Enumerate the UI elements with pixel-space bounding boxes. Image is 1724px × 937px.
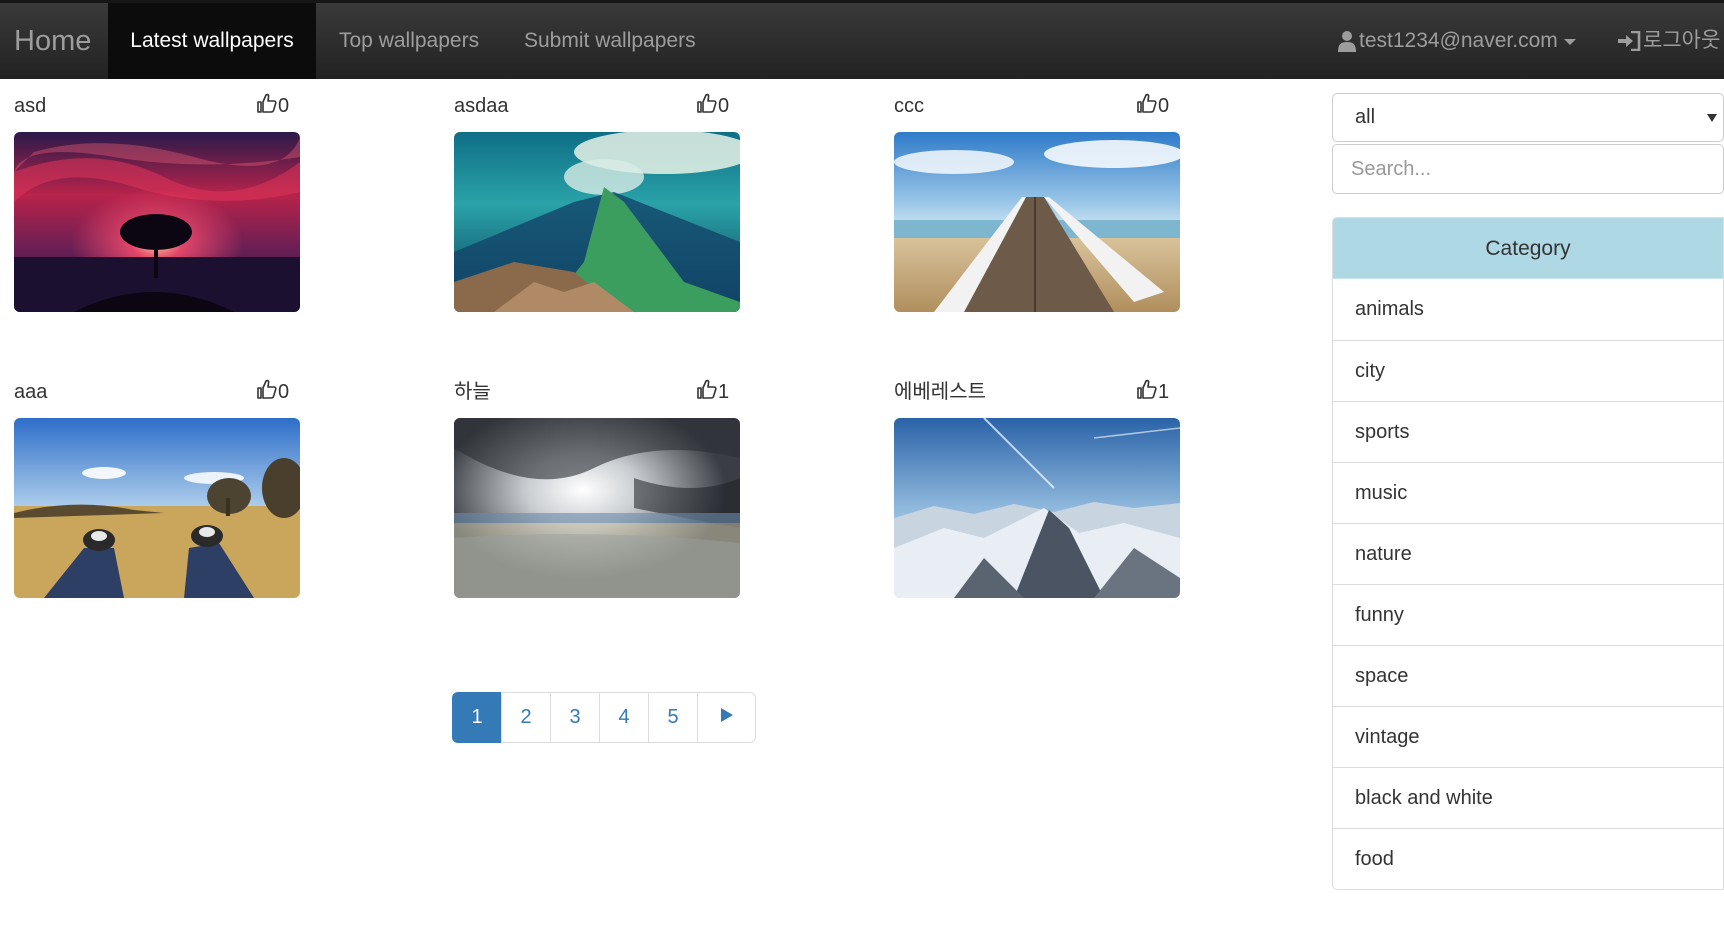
wallpaper-thumbnail[interactable]: [454, 418, 740, 598]
like-button[interactable]: 1: [1137, 379, 1169, 405]
category-item-food[interactable]: food: [1333, 828, 1723, 889]
chevron-down-icon: [1707, 114, 1717, 122]
category-item-sports[interactable]: sports: [1333, 401, 1723, 462]
wallpaper-title[interactable]: asd: [14, 93, 46, 119]
nav-latest-wallpapers[interactable]: Latest wallpapers: [108, 3, 316, 79]
page-3-button[interactable]: 3: [550, 692, 600, 743]
category-item-city[interactable]: city: [1333, 340, 1723, 401]
pagination: 1 2 3 4 5: [452, 692, 756, 743]
wallpaper-card: ccc 0: [894, 93, 1194, 333]
nav-home-link[interactable]: Home: [14, 3, 91, 79]
like-count: 1: [718, 380, 730, 403]
like-button[interactable]: 0: [257, 93, 289, 119]
like-count: 1: [1158, 380, 1170, 403]
wallpaper-title[interactable]: 에베레스트: [894, 379, 986, 405]
user-icon: [1337, 30, 1357, 52]
nav-top-wallpapers[interactable]: Top wallpapers: [339, 3, 479, 79]
category-item-funny[interactable]: funny: [1333, 584, 1723, 645]
logout-label: 로그아웃: [1643, 29, 1721, 52]
play-icon: [720, 693, 734, 742]
logout-link[interactable]: 로그아웃: [1617, 3, 1720, 79]
category-item-animals[interactable]: animals: [1333, 279, 1723, 340]
user-email: test1234@naver.com: [1359, 29, 1558, 52]
next-page-button[interactable]: [697, 692, 756, 743]
category-list: animals city sports music nature funny s…: [1333, 279, 1723, 889]
chevron-down-icon: [1563, 39, 1576, 45]
like-count: 0: [278, 380, 290, 403]
like-count: 0: [278, 94, 290, 117]
nav-submit-wallpapers[interactable]: Submit wallpapers: [524, 3, 696, 79]
category-item-nature[interactable]: nature: [1333, 523, 1723, 584]
page-1-button[interactable]: 1: [452, 692, 502, 743]
wallpaper-card: aaa 0: [14, 379, 314, 619]
wallpaper-thumbnail[interactable]: [454, 132, 740, 312]
wallpaper-card: asdaa 0: [454, 93, 754, 333]
thumbs-up-icon: [697, 93, 717, 119]
category-filter-select[interactable]: all: [1332, 93, 1724, 142]
page-4-button[interactable]: 4: [599, 692, 649, 743]
category-header: Category: [1333, 218, 1723, 279]
category-panel: Category animals city sports music natur…: [1332, 217, 1724, 890]
wallpaper-card: asd 0: [14, 93, 314, 333]
wallpaper-card: 에베레스트 1: [894, 379, 1194, 619]
category-item-music[interactable]: music: [1333, 462, 1723, 523]
category-item-black-and-white[interactable]: black and white: [1333, 767, 1723, 828]
thumbs-up-icon: [257, 93, 277, 119]
page-2-button[interactable]: 2: [501, 692, 551, 743]
like-button[interactable]: 0: [257, 379, 289, 405]
wallpaper-thumbnail[interactable]: [14, 132, 300, 312]
wallpaper-title[interactable]: 하늘: [454, 379, 491, 405]
user-menu-dropdown[interactable]: test1234@naver.com: [1337, 3, 1576, 79]
select-value: all: [1355, 106, 1376, 128]
top-navbar: Home Latest wallpapers Top wallpapers Su…: [0, 0, 1724, 79]
like-button[interactable]: 0: [697, 93, 729, 119]
category-item-vintage[interactable]: vintage: [1333, 706, 1723, 767]
like-count: 0: [718, 94, 730, 117]
wallpaper-thumbnail[interactable]: [894, 418, 1180, 598]
wallpaper-card: 하늘 1: [454, 379, 754, 619]
search-input[interactable]: [1332, 144, 1724, 194]
wallpaper-title[interactable]: ccc: [894, 93, 924, 119]
thumbs-up-icon: [1137, 93, 1157, 119]
like-count: 0: [1158, 94, 1170, 117]
wallpaper-thumbnail[interactable]: [894, 132, 1180, 312]
sign-in-icon: [1617, 31, 1641, 51]
wallpaper-title[interactable]: aaa: [14, 379, 47, 405]
category-item-space[interactable]: space: [1333, 645, 1723, 706]
thumbs-up-icon: [697, 379, 717, 405]
page-5-button[interactable]: 5: [648, 692, 698, 743]
like-button[interactable]: 1: [697, 379, 729, 405]
like-button[interactable]: 0: [1137, 93, 1169, 119]
wallpaper-title[interactable]: asdaa: [454, 93, 509, 119]
thumbs-up-icon: [257, 379, 277, 405]
wallpaper-thumbnail[interactable]: [14, 418, 300, 598]
thumbs-up-icon: [1137, 379, 1157, 405]
